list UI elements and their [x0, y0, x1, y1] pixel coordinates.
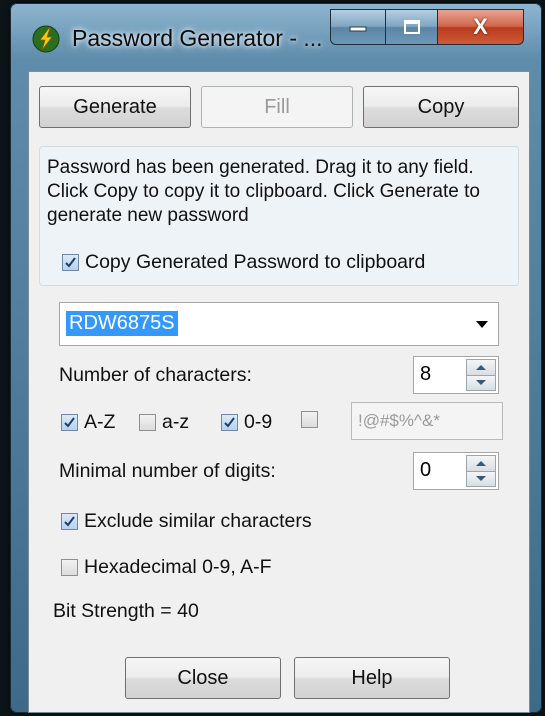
- exclude-similar-checkbox[interactable]: Exclude similar characters: [61, 510, 312, 533]
- checkmark-icon: [64, 417, 75, 428]
- min-digits-label: Minimal number of digits:: [59, 460, 276, 482]
- copy-to-clipboard-label: Copy Generated Password to clipboard: [85, 251, 426, 273]
- checkbox-box[interactable]: [221, 414, 238, 431]
- info-panel: Password has been generated. Drag it to …: [39, 146, 519, 286]
- num-chars-value[interactable]: 8: [420, 363, 431, 386]
- title-bar[interactable]: Password Generator - ... X: [10, 3, 542, 63]
- maximize-icon: [403, 20, 420, 34]
- copy-button[interactable]: Copy: [363, 86, 519, 128]
- close-icon: X: [473, 14, 488, 39]
- caption-buttons: X: [330, 9, 524, 45]
- app-window: Password Generator - ... X Generate Fill…: [10, 3, 542, 713]
- checkmark-icon: [224, 417, 235, 428]
- client-area: Generate Fill Copy Password has been gen…: [28, 71, 530, 713]
- checkbox-box[interactable]: [61, 414, 78, 431]
- fill-button[interactable]: Fill: [201, 86, 353, 128]
- lowercase-checkbox[interactable]: a-z: [139, 411, 189, 434]
- digits-checkbox[interactable]: 0-9: [221, 411, 272, 434]
- checkmark-icon: [64, 516, 75, 527]
- checkbox-box[interactable]: [301, 411, 318, 428]
- help-button[interactable]: Help: [294, 657, 450, 699]
- symbols-checkbox[interactable]: [301, 411, 324, 428]
- min-digits-value[interactable]: 0: [420, 459, 431, 482]
- window-title: Password Generator - ...: [72, 25, 323, 51]
- symbols-input[interactable]: [351, 402, 503, 440]
- spin-up-icon[interactable]: [466, 359, 496, 376]
- hexadecimal-checkbox[interactable]: Hexadecimal 0-9, A-F: [61, 556, 272, 579]
- copy-to-clipboard-checkbox[interactable]: Copy Generated Password to clipboard: [62, 251, 425, 274]
- num-chars-spinner[interactable]: 8: [413, 356, 499, 394]
- lightning-bolt-icon: [32, 25, 60, 53]
- spin-down-icon[interactable]: [466, 375, 496, 391]
- checkbox-box[interactable]: [61, 513, 78, 530]
- exclude-similar-label: Exclude similar characters: [84, 510, 312, 532]
- spin-up-icon[interactable]: [466, 455, 496, 472]
- bit-strength-label: Bit Strength = 40: [53, 600, 199, 622]
- min-digits-spinner[interactable]: 0: [413, 452, 499, 490]
- minimize-icon: [349, 26, 367, 32]
- checkbox-box[interactable]: [62, 254, 79, 271]
- num-chars-label: Number of characters:: [59, 364, 252, 386]
- az-checkbox[interactable]: A-Z: [61, 411, 115, 434]
- status-message: Password has been generated. Drag it to …: [47, 157, 480, 226]
- maximize-button[interactable]: [386, 9, 438, 45]
- close-button[interactable]: Close: [125, 657, 281, 699]
- lowercase-label: a-z: [162, 411, 190, 433]
- checkbox-box[interactable]: [139, 414, 156, 431]
- generate-button[interactable]: Generate: [39, 86, 191, 128]
- password-value[interactable]: RDW6875S: [66, 311, 178, 336]
- checkbox-box[interactable]: [61, 559, 78, 576]
- password-combo[interactable]: RDW6875S: [59, 302, 499, 346]
- hexadecimal-label: Hexadecimal 0-9, A-F: [84, 556, 272, 578]
- close-window-button[interactable]: X: [438, 9, 524, 45]
- checkmark-icon: [65, 257, 76, 268]
- minimize-button[interactable]: [330, 9, 386, 45]
- digits-label: 0-9: [244, 411, 273, 433]
- chevron-down-icon[interactable]: [476, 321, 488, 328]
- az-label: A-Z: [84, 411, 116, 433]
- spin-down-icon[interactable]: [466, 471, 496, 487]
